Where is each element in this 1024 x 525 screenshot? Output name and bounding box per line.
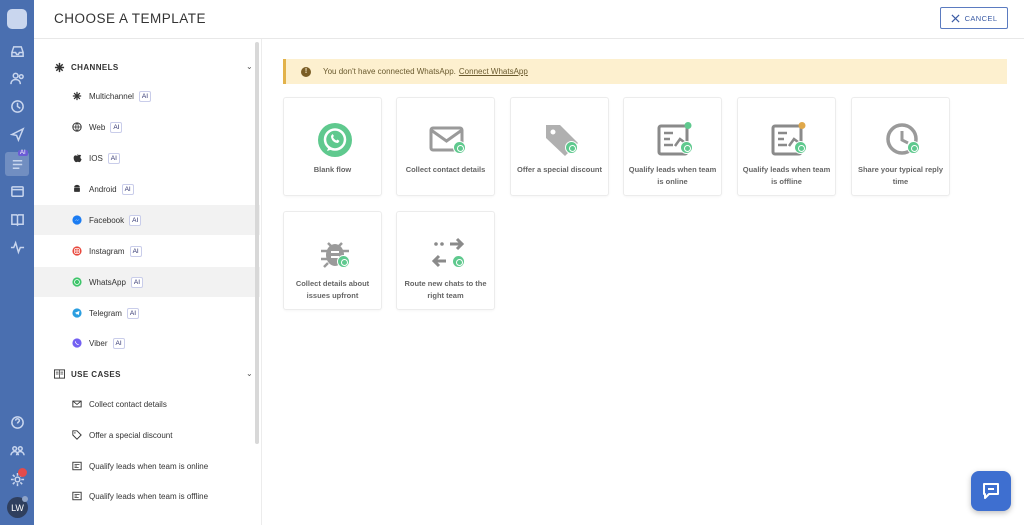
template-label: Qualify leads when team is offline: [742, 165, 831, 186]
book-icon[interactable]: [8, 210, 26, 228]
app-logo-icon[interactable]: [7, 9, 27, 29]
sidebar-item-facebook[interactable]: Facebook AI: [34, 205, 260, 235]
template-label: Qualify leads when team is online: [628, 165, 717, 186]
template-card-issues-upfront[interactable]: Collect details about issues upfront: [283, 211, 382, 310]
chart-icon: [72, 461, 82, 471]
contacts-icon[interactable]: [8, 69, 26, 87]
whatsapp-badge-icon: [907, 141, 920, 154]
template-label: Share your typical reply time: [857, 165, 944, 186]
channels-icon: [54, 62, 65, 72]
tag-icon: [546, 125, 578, 156]
viber-icon: [72, 338, 82, 348]
use-cases-heading[interactable]: USE CASES: [54, 366, 121, 382]
ai-badge: AI: [112, 337, 125, 349]
sidebar-item-whatsapp[interactable]: WhatsApp AI: [34, 267, 260, 297]
whatsapp-badge-icon: [337, 255, 350, 268]
template-card-collect-contact[interactable]: Collect contact details: [396, 97, 495, 196]
ai-badge: AI: [107, 152, 120, 164]
bug-icon: [321, 242, 349, 268]
android-icon: [72, 184, 82, 194]
rail-ai-tag: AI: [18, 150, 28, 156]
chat-icon: [983, 483, 999, 499]
instagram-icon: [72, 246, 82, 256]
chat-widget-button[interactable]: [971, 471, 1011, 511]
tag-icon: [72, 430, 82, 440]
ai-badge: AI: [129, 245, 142, 257]
whatsapp-icon: [318, 123, 352, 157]
ai-badge: AI: [121, 183, 134, 195]
template-label: Collect details about issues upfront: [295, 279, 370, 300]
template-label: Route new chats to the right team: [404, 279, 487, 300]
sidebar-item-android[interactable]: Android AI: [34, 174, 260, 204]
telegram-icon: [72, 308, 82, 318]
template-card-reply-time[interactable]: Share your typical reply time: [851, 97, 950, 196]
ai-badge: AI: [110, 121, 123, 133]
channels-heading[interactable]: CHANNELS: [54, 59, 119, 75]
chevron-down-icon[interactable]: ⌄: [246, 369, 253, 378]
notification-dot: [18, 468, 27, 477]
page-title: CHOOSE A TEMPLATE: [54, 11, 207, 26]
widget-icon[interactable]: [8, 182, 26, 200]
whatsapp-badge-icon: [565, 141, 578, 154]
envelope-icon: [72, 399, 82, 409]
chart-icon: [72, 491, 82, 501]
sidebar-item-qualify-online[interactable]: Qualify leads when team is online: [34, 451, 260, 481]
banner-text: You don't have connected WhatsApp.: [323, 67, 456, 76]
send-icon[interactable]: [8, 125, 26, 143]
apple-icon: [72, 153, 82, 163]
whatsapp-icon: [72, 277, 82, 287]
close-icon: [951, 13, 960, 23]
sidebar-item-collect-contact[interactable]: Collect contact details: [34, 389, 260, 419]
page-header: CHOOSE A TEMPLATE CANCEL: [34, 0, 1024, 39]
template-sidebar: CHANNELS ⌄ Multichannel AI Web AI IOS AI An…: [34, 39, 262, 525]
status-dot: [22, 496, 28, 502]
whatsapp-badge-icon: [452, 255, 465, 268]
warning-icon: !: [301, 66, 311, 77]
chevron-down-icon[interactable]: ⌄: [246, 62, 253, 71]
template-card-qualify-online[interactable]: Qualify leads when team is online: [623, 97, 722, 196]
sidebar-item-multichannel[interactable]: Multichannel AI: [34, 81, 260, 111]
team-icon[interactable]: [8, 441, 26, 459]
help-icon[interactable]: [8, 413, 26, 431]
messenger-icon: [72, 215, 82, 225]
ai-badge: AI: [130, 276, 144, 288]
multichannel-icon: [72, 91, 82, 101]
cancel-button[interactable]: CANCEL: [940, 7, 1008, 29]
whatsapp-badge-icon: [794, 141, 807, 154]
template-label: Blank flow: [313, 165, 352, 174]
sidebar-item-web[interactable]: Web AI: [34, 112, 260, 142]
ai-badge: AI: [129, 214, 142, 226]
whatsapp-badge-icon: [680, 141, 693, 154]
connect-whatsapp-link[interactable]: Connect WhatsApp: [459, 67, 528, 76]
sidebar-item-telegram[interactable]: Telegram AI: [34, 298, 260, 328]
cancel-label: CANCEL: [964, 13, 998, 23]
pulse-icon[interactable]: [8, 238, 26, 256]
whatsapp-badge-icon: [453, 141, 466, 154]
template-card-qualify-offline[interactable]: Qualify leads when team is offline: [737, 97, 836, 196]
template-card-blank-flow[interactable]: Blank flow: [283, 97, 382, 196]
sidebar-item-discount[interactable]: Offer a special discount: [34, 420, 260, 450]
inbox-icon[interactable]: [8, 42, 26, 60]
sidebar-item-ios[interactable]: IOS AI: [34, 143, 260, 173]
sidebar-scrollbar[interactable]: [255, 42, 259, 444]
sidebar-item-viber[interactable]: Viber AI: [34, 328, 260, 358]
app-rail: AI LW: [0, 0, 34, 525]
book-icon: [54, 369, 65, 379]
globe-icon: [72, 122, 82, 132]
sidebar-item-qualify-offline[interactable]: Qualify leads when team is offline: [34, 481, 260, 511]
template-card-route-chats[interactable]: Route new chats to the right team: [396, 211, 495, 310]
template-label: Offer a special discount: [516, 165, 603, 174]
ai-badge: AI: [126, 307, 140, 319]
history-icon[interactable]: [8, 97, 26, 115]
ai-badge: AI: [138, 90, 152, 102]
whatsapp-warning-banner: ! You don't have connected WhatsApp. Con…: [283, 59, 1007, 84]
template-card-discount[interactable]: Offer a special discount: [510, 97, 609, 196]
template-label: Collect contact details: [405, 165, 486, 174]
sidebar-item-instagram[interactable]: Instagram AI: [34, 236, 260, 266]
